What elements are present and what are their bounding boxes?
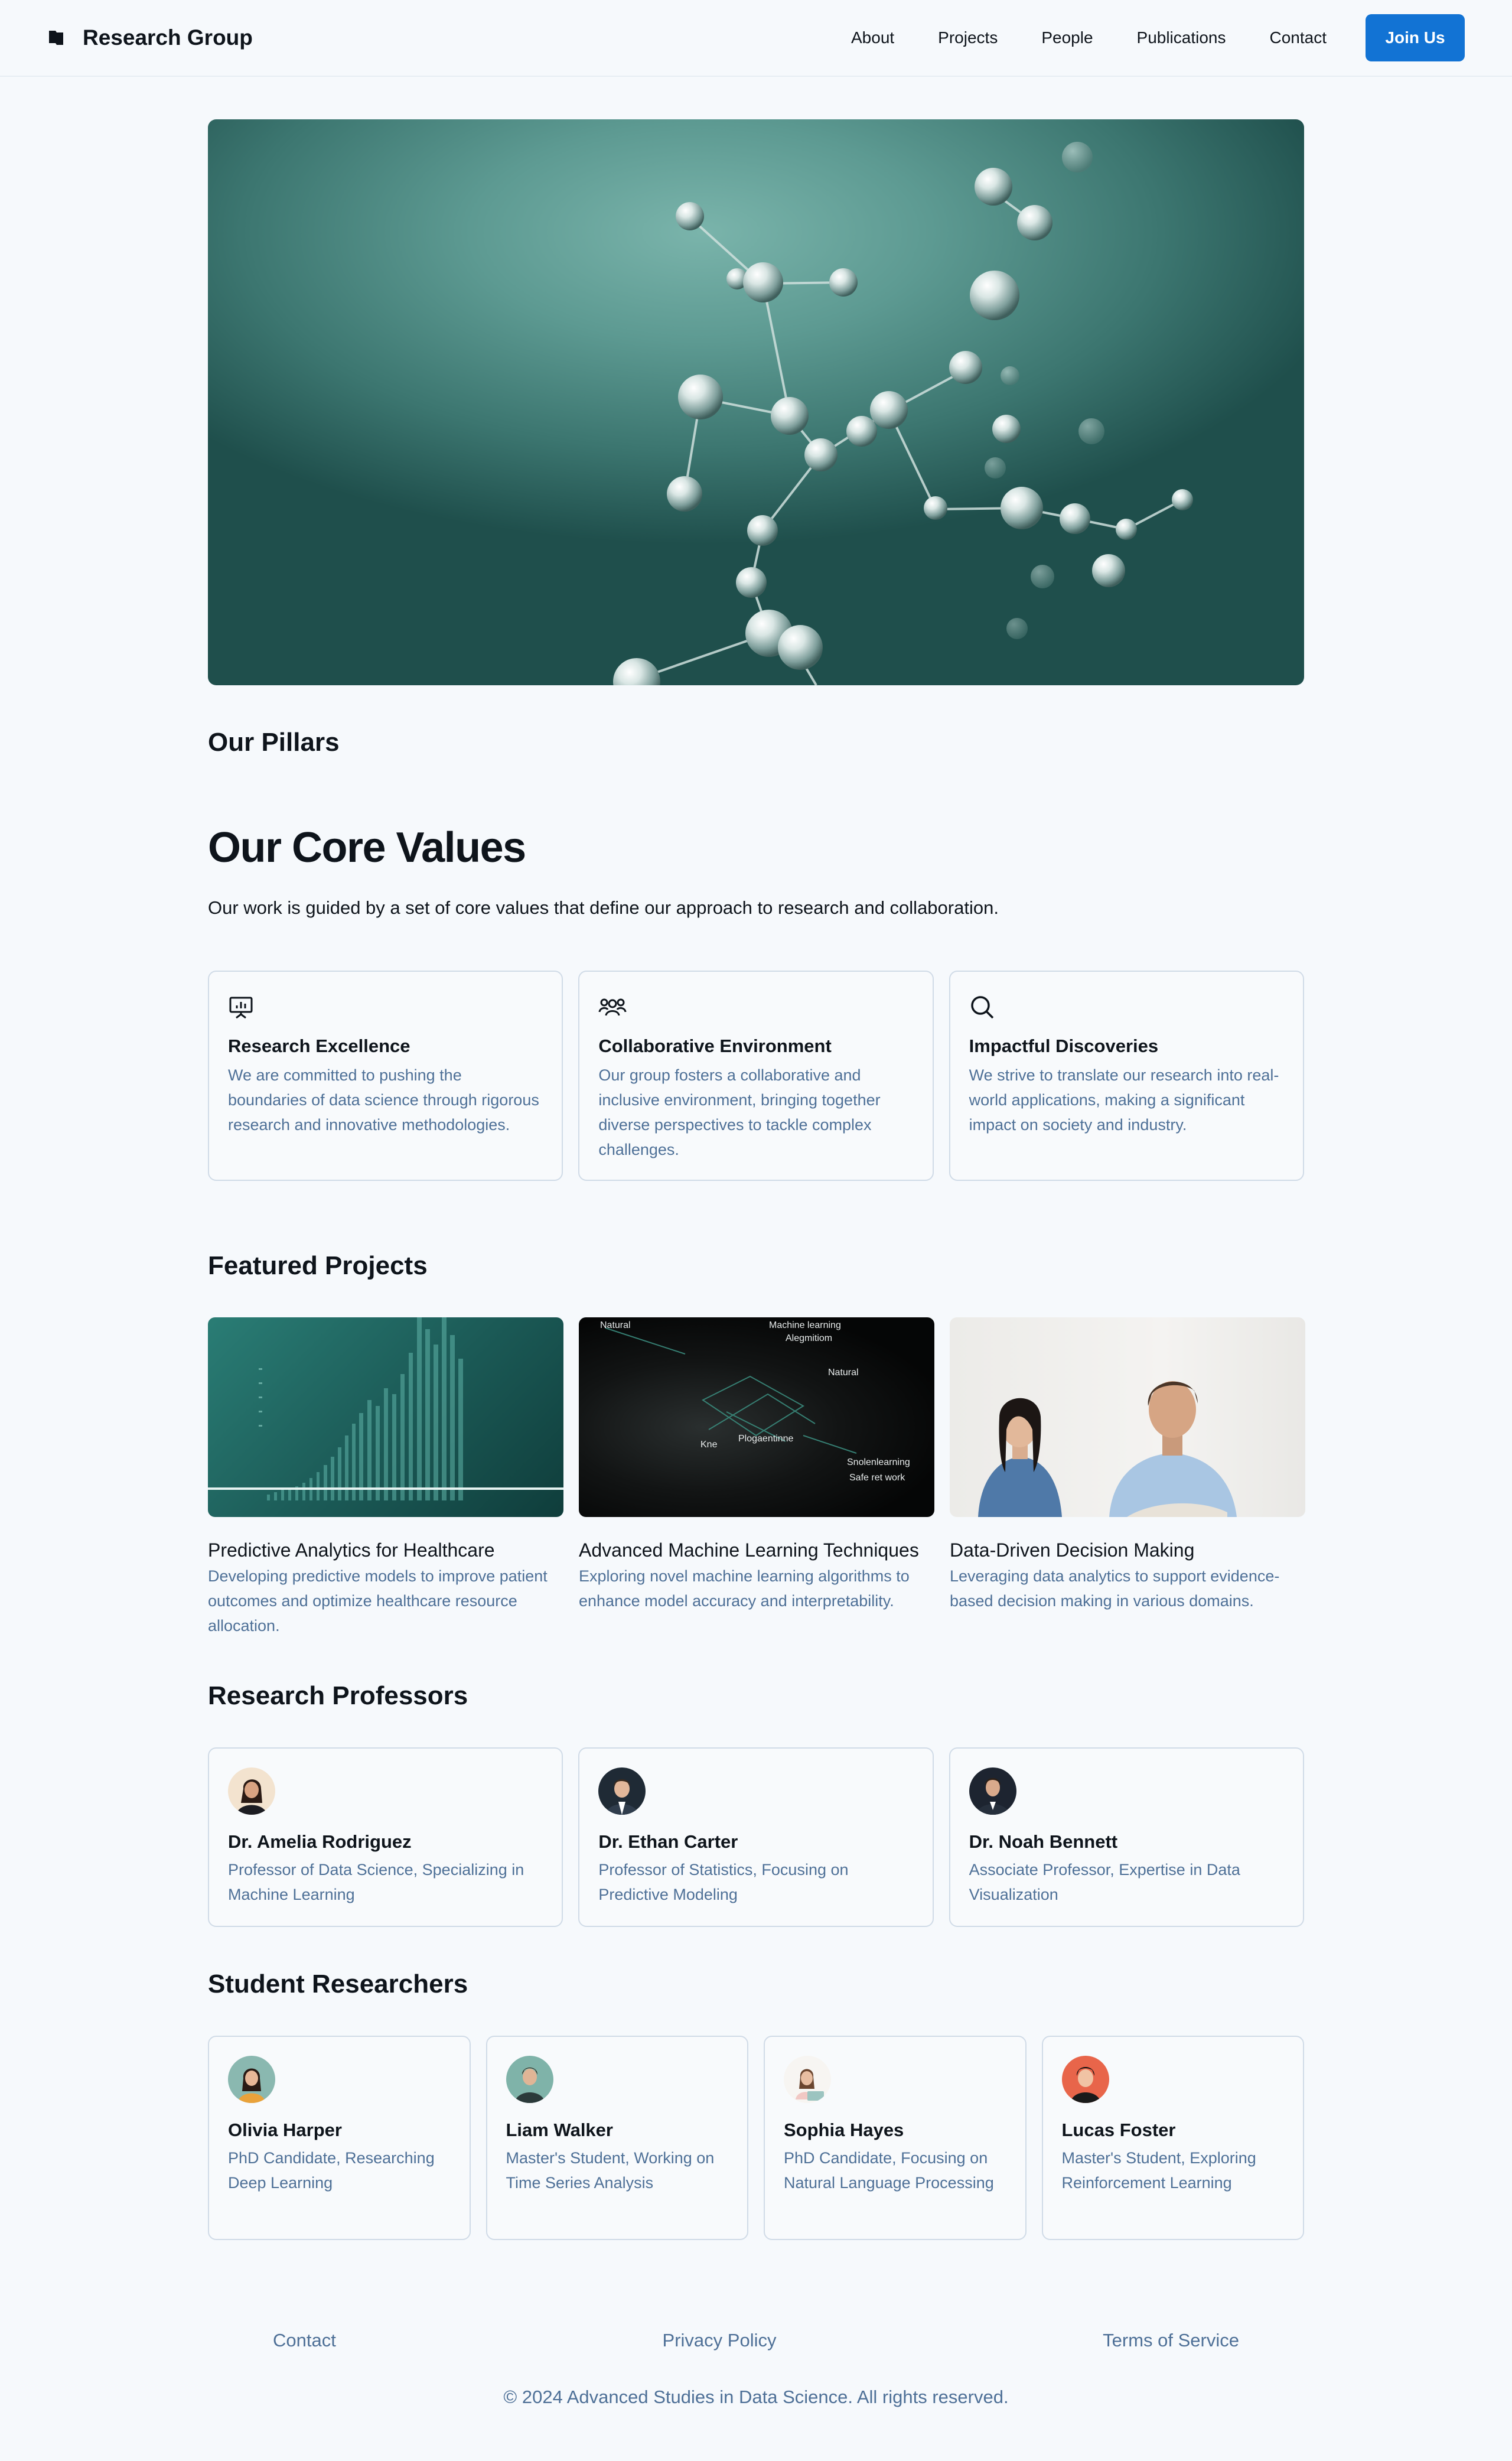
- users-icon: [598, 991, 913, 1024]
- value-card-research-excellence: Research Excellence We are committed to …: [208, 971, 563, 1181]
- avatar: [969, 1767, 1016, 1815]
- value-text: Our group fosters a collaborative and in…: [598, 1066, 881, 1158]
- ml-image-label: Plogaentinne: [738, 1434, 794, 1444]
- pillars-title: Our Pillars: [208, 728, 340, 757]
- person-role: PhD Candidate, Researching Deep Learning: [228, 2149, 435, 2192]
- student-card[interactable]: Liam Walker Master's Student, Working on…: [485, 2036, 748, 2240]
- person-name: Liam Walker: [506, 2120, 613, 2140]
- project-thumbnail-bar-visualization: [208, 1317, 563, 1517]
- research-professors-title: Research Professors: [208, 1681, 468, 1710]
- brand[interactable]: Research Group: [47, 25, 253, 50]
- value-title: Collaborative Environment: [598, 1036, 832, 1056]
- person-role: Professor of Statistics, Focusing on Pre…: [598, 1861, 849, 1903]
- person-name: Lucas Foster: [1061, 2120, 1176, 2140]
- avatar: [598, 1767, 646, 1815]
- value-title: Impactful Discoveries: [969, 1036, 1159, 1056]
- brand-name: Research Group: [83, 25, 253, 50]
- avatar: [228, 1767, 275, 1815]
- ml-image-label: Natural: [600, 1320, 631, 1330]
- student-researchers-title: Student Researchers: [208, 1970, 468, 1998]
- copyright: © 2024 Advanced Studies in Data Science.…: [503, 2387, 1009, 2407]
- ml-image-label: Machine learning: [769, 1320, 841, 1330]
- person-role: Professor of Data Science, Specializing …: [228, 1861, 524, 1903]
- professor-card[interactable]: Dr. Ethan Carter Professor of Statistics…: [578, 1747, 934, 1927]
- footer-contact-link[interactable]: Contact: [273, 2330, 336, 2351]
- core-values-title: Our Core Values: [208, 824, 526, 871]
- project-advanced-ml[interactable]: Natural Machine learning Alegmitiom Natu…: [579, 1317, 934, 1638]
- ml-image-label: Alegmitiom: [786, 1333, 832, 1343]
- project-thumbnail-people-working: [950, 1317, 1305, 1517]
- footer-terms-link[interactable]: Terms of Service: [1103, 2330, 1239, 2351]
- value-text: We strive to translate our research into…: [969, 1066, 1279, 1134]
- featured-projects-title: Featured Projects: [208, 1251, 428, 1280]
- join-us-button[interactable]: Join Us: [1366, 14, 1465, 61]
- core-values-cards: Research Excellence We are committed to …: [208, 971, 1304, 1181]
- nav-people[interactable]: People: [1041, 28, 1093, 47]
- nav-about[interactable]: About: [851, 28, 894, 47]
- value-card-collaborative-environment: Collaborative Environment Our group fost…: [578, 971, 934, 1181]
- project-description: Developing predictive models to improve …: [208, 1567, 548, 1635]
- footer-links: Contact Privacy Policy Terms of Service: [208, 2330, 1304, 2351]
- ml-image-label: Natural: [828, 1368, 859, 1378]
- site-header: Research Group About Projects People Pub…: [0, 0, 1512, 77]
- project-predictive-analytics[interactable]: Predictive Analytics for Healthcare Deve…: [208, 1317, 563, 1638]
- project-thumbnail-ml-network: Natural Machine learning Alegmitiom Natu…: [579, 1317, 934, 1517]
- nav-projects[interactable]: Projects: [938, 28, 998, 47]
- nav-publications[interactable]: Publications: [1137, 28, 1226, 47]
- core-values-description: Our work is guided by a set of core valu…: [208, 897, 999, 918]
- value-title: Research Excellence: [228, 1036, 410, 1056]
- person-name: Sophia Hayes: [784, 2120, 904, 2140]
- featured-projects: Predictive Analytics for Healthcare Deve…: [208, 1317, 1305, 1638]
- professor-card[interactable]: Dr. Amelia Rodriguez Professor of Data S…: [208, 1747, 563, 1927]
- avatar: [228, 2056, 275, 2103]
- person-name: Dr. Amelia Rodriguez: [228, 1831, 412, 1852]
- avatar: [1061, 2056, 1109, 2103]
- avatar: [784, 2056, 831, 2103]
- student-card[interactable]: Sophia Hayes PhD Candidate, Focusing on …: [764, 2036, 1027, 2240]
- value-text: We are committed to pushing the boundari…: [228, 1066, 539, 1134]
- footer-privacy-link[interactable]: Privacy Policy: [663, 2330, 777, 2351]
- ml-image-label: Kne: [700, 1440, 718, 1450]
- ml-image-label: Snolenlearning: [847, 1457, 910, 1467]
- magnifying-glass-icon: [969, 991, 1284, 1024]
- project-description: Leveraging data analytics to support evi…: [950, 1567, 1280, 1610]
- presentation-chart-icon: [228, 991, 543, 1024]
- person-name: Dr. Noah Bennett: [969, 1831, 1118, 1852]
- nav-contact[interactable]: Contact: [1270, 28, 1327, 47]
- avatar: [506, 2056, 553, 2103]
- main-nav: About Projects People Publications Conta…: [851, 28, 1327, 47]
- project-title: Data-Driven Decision Making: [950, 1539, 1195, 1561]
- person-role: PhD Candidate, Focusing on Natural Langu…: [784, 2149, 994, 2192]
- person-role: Associate Professor, Expertise in Data V…: [969, 1861, 1240, 1903]
- professor-card[interactable]: Dr. Noah Bennett Associate Professor, Ex…: [949, 1747, 1304, 1927]
- person-role: Master's Student, Exploring Reinforcemen…: [1061, 2149, 1256, 2192]
- project-title: Advanced Machine Learning Techniques: [579, 1539, 919, 1561]
- student-card[interactable]: Olivia Harper PhD Candidate, Researching…: [208, 2036, 471, 2240]
- value-card-impactful-discoveries: Impactful Discoveries We strive to trans…: [949, 971, 1304, 1181]
- person-name: Olivia Harper: [228, 2120, 342, 2140]
- project-data-driven-decisions[interactable]: Data-Driven Decision Making Leveraging d…: [950, 1317, 1305, 1638]
- hero-image-molecules: [208, 119, 1304, 685]
- ml-image-label: Safe ret work: [849, 1473, 905, 1483]
- students-list: Olivia Harper PhD Candidate, Researching…: [208, 2036, 1304, 2240]
- project-description: Exploring novel machine learning algorit…: [579, 1567, 910, 1610]
- project-title: Predictive Analytics for Healthcare: [208, 1539, 495, 1561]
- professors-list: Dr. Amelia Rodriguez Professor of Data S…: [208, 1747, 1304, 1927]
- book-logo-icon: [47, 29, 65, 47]
- person-name: Dr. Ethan Carter: [598, 1831, 738, 1852]
- student-card[interactable]: Lucas Foster Master's Student, Exploring…: [1041, 2036, 1304, 2240]
- person-role: Master's Student, Working on Time Series…: [506, 2149, 715, 2192]
